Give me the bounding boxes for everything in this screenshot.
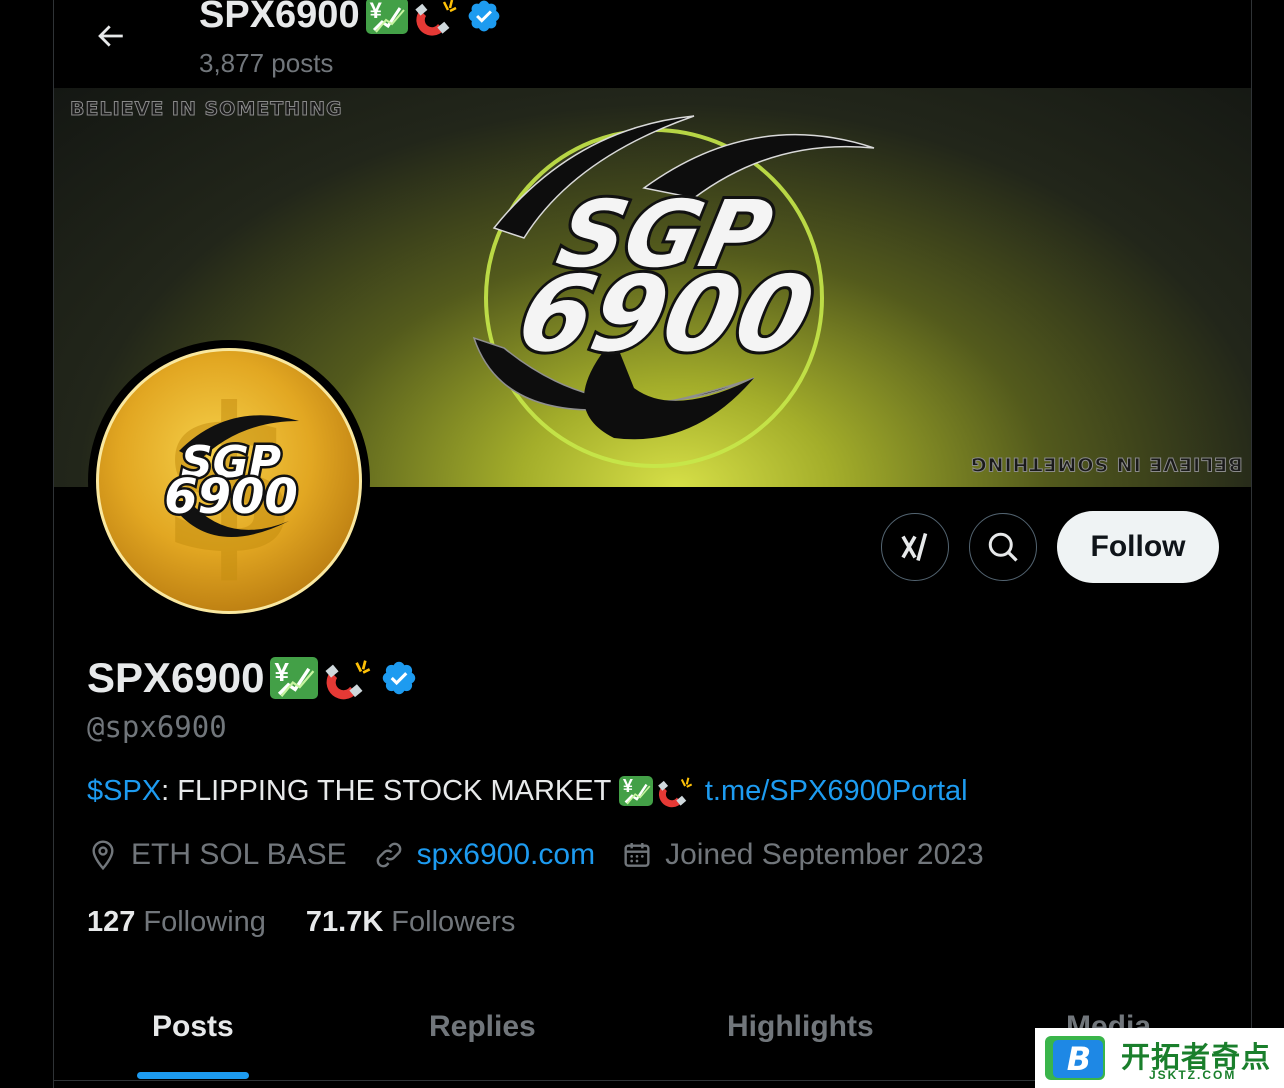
watermark: B 开拓者奇点 JSKTZ.COM [1035, 1028, 1284, 1088]
profile-display-name: SPX6900 ¥ [87, 654, 418, 702]
joined-item: Joined September 2023 [621, 838, 984, 872]
back-arrow-icon [98, 25, 123, 47]
followers-count: 71.7K [305, 906, 384, 938]
bio-cashtag-link[interactable]: $SPX [87, 775, 161, 808]
magnet-emoji [414, 0, 457, 36]
search-icon [988, 532, 1018, 562]
magnet-emoji [325, 660, 371, 700]
location-item: ETH SOL BASE [87, 838, 347, 872]
followers-link[interactable]: 71.7K Followers [306, 906, 515, 939]
joined-text: Joined September 2023 [665, 838, 984, 871]
active-tab-indicator [137, 1072, 249, 1079]
grok-button[interactable] [881, 513, 949, 581]
watermark-sub: JSKTZ.COM [1149, 1068, 1237, 1082]
website-link[interactable]: spx6900.com [417, 838, 595, 872]
search-profile-button[interactable] [969, 513, 1037, 581]
following-count: 127 [87, 906, 136, 938]
verified-badge-icon [468, 0, 499, 31]
tab-replies[interactable]: Replies [429, 1010, 536, 1044]
profile-stats: 127 Following 71.7K Followers [87, 906, 555, 939]
profile-meta: ETH SOL BASE spx6900.com Joined Septembe… [87, 838, 1010, 872]
chart-yen-emoji: ¥ [618, 776, 653, 806]
tab-highlights[interactable]: Highlights [727, 1010, 874, 1044]
location-text: ETH SOL BASE [131, 838, 347, 871]
website-item: spx6900.com [373, 838, 595, 872]
watermark-logo: B [1045, 1036, 1105, 1080]
header-posts-count: 3,877 posts [199, 48, 334, 78]
profile-handle: @spx6900 [87, 710, 227, 744]
chart-yen-emoji: ¥ [270, 657, 319, 699]
magnet-emoji [657, 777, 692, 808]
avatar-logo-line2: 6900 [164, 469, 298, 525]
tab-posts[interactable]: Posts [152, 1010, 234, 1044]
grok-icon [901, 533, 928, 561]
header-display-name: SPX6900 ¥ [199, 0, 502, 37]
link-icon [376, 842, 401, 868]
main-column: SPX6900 ¥ 3,877 posts BELIEVE IN SOMETHI… [53, 0, 1252, 1088]
banner-logo-line2: 6900 [508, 253, 823, 375]
following-label: Following [143, 906, 266, 938]
bio-text: : FLIPPING THE STOCK MARKET [161, 774, 619, 807]
profile-header-bar: SPX6900 ¥ 3,877 posts [54, 0, 1251, 88]
avatar-coin-image: $ SGP 6900 [96, 348, 362, 614]
following-link[interactable]: 127 Following [87, 906, 266, 939]
profile-name-text: SPX6900 [87, 654, 265, 701]
bio-telegram-link[interactable]: t.me/SPX6900Portal [705, 775, 968, 808]
follow-button[interactable]: Follow [1057, 511, 1219, 583]
verified-badge-icon[interactable] [380, 659, 418, 697]
profile-avatar[interactable]: $ SGP 6900 [88, 340, 370, 622]
watermark-logo-letter: B [1067, 1040, 1091, 1078]
header-name-text: SPX6900 [199, 0, 360, 36]
chart-yen-emoji: ¥ [365, 0, 408, 34]
profile-bio: $SPX : FLIPPING THE STOCK MARKET ¥ t.me/… [87, 774, 968, 808]
calendar-icon [624, 843, 650, 867]
back-button[interactable] [88, 14, 132, 58]
location-icon [92, 840, 114, 871]
followers-label: Followers [391, 906, 516, 938]
